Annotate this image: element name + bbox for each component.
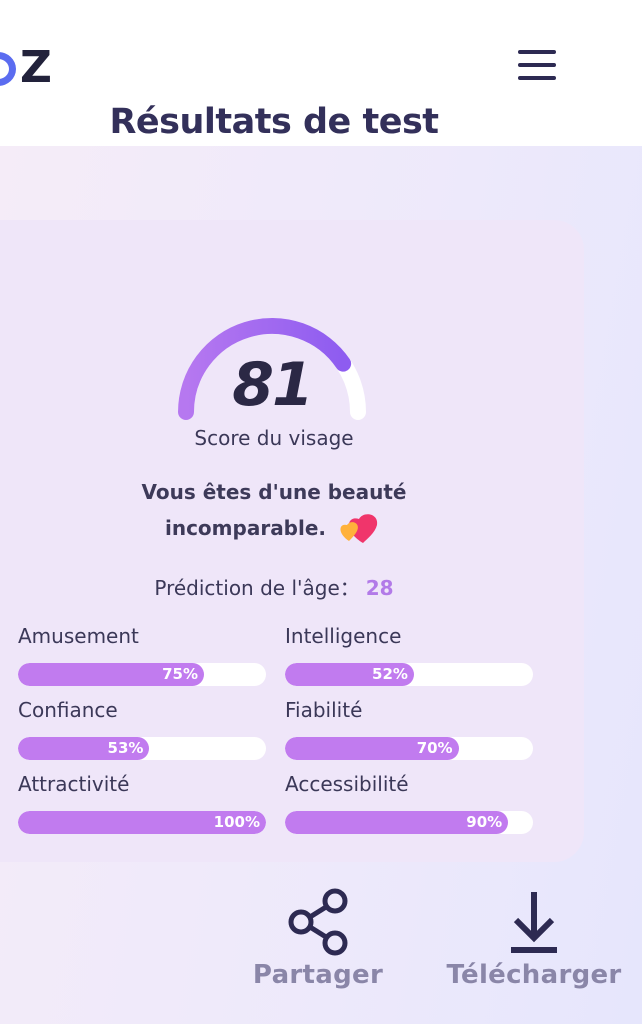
metric-bar-fill: 53% [18,737,150,760]
metric-label: Intelligence [285,624,402,648]
face-score: 81 [232,350,314,420]
metric-bar-track: 75% [18,663,266,686]
share-icon [288,888,348,956]
logo[interactable]: Z [20,40,52,96]
download-button[interactable]: Télécharger [446,886,622,990]
logo-icon[interactable] [0,52,16,86]
download-icon [511,892,557,953]
metric-bar-fill: 52% [285,663,414,686]
metric-percent: 90% [466,813,503,831]
metric-label: Accessibilité [285,772,409,796]
metric-bar-track: 90% [285,811,533,834]
metric-label: Amusement [18,624,139,648]
metric-item: Confiance 53% [18,698,266,760]
share-label: Partager [252,960,384,990]
metric-bar-track: 53% [18,737,266,760]
metric-bar-fill: 70% [285,737,459,760]
page-title: Résultats de test [109,102,439,142]
metric-item: Intelligence 52% [285,624,533,686]
hamburger-menu-icon[interactable] [514,44,560,86]
metric-label: Attractivité [18,772,130,796]
metric-item: Attractivité 100% [18,772,266,834]
result-message: Vous êtes d'une beauté incomparable. [100,474,448,549]
message-line-2-text: incomparable. [164,516,327,540]
share-button[interactable]: Partager [250,886,386,990]
two-hearts-emoji-icon [340,513,378,543]
metric-percent: 75% [162,665,198,683]
metric-bar-fill: 75% [18,663,204,686]
metric-bar-track: 70% [285,737,533,760]
age-value: 28 [365,576,394,600]
metric-percent: 53% [107,739,144,757]
metric-bar-track: 100% [18,811,266,834]
metric-label: Confiance [18,698,118,722]
metric-label: Fiabilité [285,698,363,722]
age-label: Prédiction de l'âge： [154,576,360,600]
metric-percent: 70% [416,739,453,757]
age-prediction: Prédiction de l'âge： 28 [0,572,548,601]
download-label: Télécharger [446,960,622,990]
metric-item: Fiabilité 70% [285,698,533,760]
metric-bar-fill: 90% [285,811,509,834]
score-label: Score du visage [194,426,354,450]
metric-item: Amusement 75% [18,624,266,686]
message-line-2: incomparable. [100,510,448,549]
metric-bar-track: 52% [285,663,533,686]
metric-item: Accessibilité 90% [285,772,533,834]
message-line-1: Vous êtes d'une beauté [141,480,407,504]
metric-percent: 52% [372,665,408,683]
metric-bar-fill: 100% [18,811,266,834]
metric-percent: 100% [213,813,260,831]
